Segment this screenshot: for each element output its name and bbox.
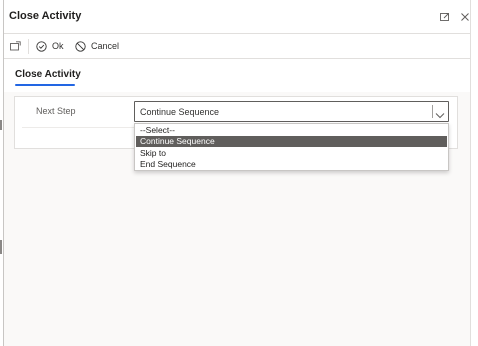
option-end-sequence[interactable]: End Sequence (136, 159, 447, 170)
dialog-title-bar: Close Activity (4, 0, 470, 34)
block-icon (75, 40, 86, 52)
dialog-title: Close Activity (9, 10, 82, 22)
toolbar-divider (28, 39, 29, 54)
cancel-label: Cancel (91, 41, 120, 51)
check-circle-icon (36, 40, 47, 52)
background-notch (0, 120, 2, 130)
expand-icon[interactable] (440, 12, 450, 22)
select-divider (432, 105, 433, 118)
close-icon[interactable] (460, 12, 470, 22)
next-step-label: Next Step (36, 106, 76, 116)
tab-bar: Close Activity (4, 59, 470, 92)
active-tab-indicator (15, 84, 75, 86)
option-continue-sequence[interactable]: Continue Sequence (136, 136, 447, 147)
command-bar: Ok Cancel (4, 34, 470, 59)
cancel-button[interactable]: Cancel (75, 34, 119, 58)
option-select[interactable]: --Select-- (136, 125, 447, 136)
next-step-value: Continue Sequence (140, 107, 220, 117)
popout-icon (10, 41, 21, 51)
ok-label: Ok (52, 41, 64, 51)
popout-button[interactable] (10, 34, 26, 58)
background-window-edge-right (470, 0, 478, 346)
option-skip-to[interactable]: Skip to (136, 148, 447, 159)
ok-button[interactable]: Ok (36, 34, 64, 58)
next-step-select[interactable]: Continue Sequence (134, 101, 449, 122)
tab-close-activity[interactable]: Close Activity (15, 69, 81, 80)
background-notch (0, 240, 2, 254)
next-step-options-list: --Select-- Continue Sequence Skip to End… (134, 123, 449, 171)
close-activity-dialog: Close Activity Ok Cancel Close Activity … (4, 0, 470, 346)
